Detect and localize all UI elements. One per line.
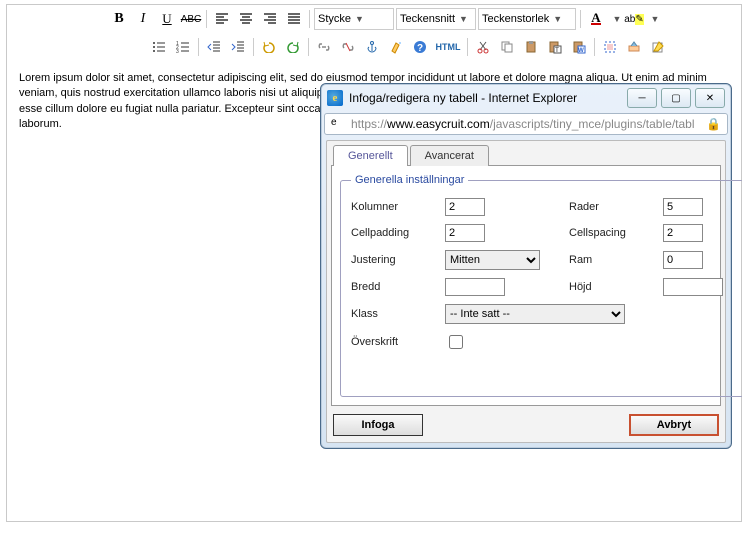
svg-text:3: 3	[176, 49, 179, 53]
chevron-down-icon: ▼	[459, 14, 468, 24]
align-left-button[interactable]	[211, 8, 233, 30]
fontsize-select-label: Teckenstorlek	[482, 13, 549, 25]
label-caption: Överskrift	[351, 336, 431, 348]
close-button[interactable]: ✕	[695, 88, 725, 108]
numbered-list-button[interactable]: 123	[172, 36, 194, 58]
input-cellpadding[interactable]	[445, 224, 485, 242]
font-select[interactable]: Teckensnitt ▼	[396, 8, 476, 30]
chevron-down-icon: ▼	[613, 14, 622, 24]
separator	[308, 38, 309, 56]
checkbox-caption[interactable]	[449, 335, 463, 349]
backcolor-dropdown[interactable]: ▼	[647, 8, 659, 30]
input-cols[interactable]	[445, 198, 485, 216]
label-class: Klass	[351, 308, 431, 320]
help-button[interactable]: ?	[409, 36, 431, 58]
font-select-label: Teckensnitt	[400, 13, 455, 25]
link-button[interactable]	[313, 36, 335, 58]
separator	[253, 38, 254, 56]
align-justify-button[interactable]	[283, 8, 305, 30]
edit-button[interactable]	[647, 36, 669, 58]
cancel-button[interactable]: Avbryt	[629, 414, 719, 436]
anchor-button[interactable]	[361, 36, 383, 58]
dialog-title: Infoga/redigera ny tabell - Internet Exp…	[349, 91, 577, 105]
input-rows[interactable]	[663, 198, 703, 216]
cut-button[interactable]	[472, 36, 494, 58]
align-right-button[interactable]	[259, 8, 281, 30]
separator	[467, 38, 468, 56]
copy-button[interactable]	[496, 36, 518, 58]
unlink-button[interactable]	[337, 36, 359, 58]
label-align: Justering	[351, 254, 431, 266]
selectall-button[interactable]	[599, 36, 621, 58]
backcolor-button[interactable]: ab✎	[623, 8, 645, 30]
cleanup-button[interactable]	[385, 36, 407, 58]
style-select-label: Stycke	[318, 13, 351, 25]
chevron-down-icon: ▼	[355, 14, 364, 24]
input-height[interactable]	[663, 278, 723, 296]
input-border[interactable]	[663, 251, 703, 269]
label-cellspacing: Cellspacing	[569, 227, 649, 239]
select-align[interactable]: Mitten	[445, 250, 540, 270]
separator	[309, 10, 310, 28]
toolbar-row-2: 123 ? HTML T W	[7, 33, 741, 61]
general-panel: Generella inställningar Kolumner Rader C…	[331, 165, 721, 406]
indent-button[interactable]	[227, 36, 249, 58]
url-text: https://www.easycruit.com/javascripts/ti…	[351, 117, 706, 131]
chevron-down-icon: ▼	[553, 14, 562, 24]
ie-icon: e	[327, 90, 343, 106]
separator	[206, 10, 207, 28]
outdent-button[interactable]	[203, 36, 225, 58]
address-bar[interactable]: e https://www.easycruit.com/javascripts/…	[324, 113, 728, 135]
html-button[interactable]: HTML	[433, 36, 463, 58]
bullet-list-button[interactable]	[148, 36, 170, 58]
separator	[594, 38, 595, 56]
select-class[interactable]: -- Inte satt --	[445, 304, 625, 324]
lock-icon: 🔒	[706, 117, 721, 131]
removeformat-button[interactable]	[623, 36, 645, 58]
svg-text:T: T	[555, 48, 559, 54]
label-cols: Kolumner	[351, 201, 431, 213]
bold-button[interactable]: B	[108, 8, 130, 30]
paste-button[interactable]	[520, 36, 542, 58]
fieldset-legend: Generella inställningar	[351, 174, 468, 186]
toolbar-row-1: B I U ABC Stycke ▼ Teckensnitt ▼ Teckensto…	[7, 5, 741, 33]
italic-button[interactable]: I	[132, 8, 154, 30]
label-cellpadding: Cellpadding	[351, 227, 431, 239]
redo-button[interactable]	[282, 36, 304, 58]
table-dialog: e Infoga/redigera ny tabell - Internet E…	[320, 83, 732, 449]
style-select[interactable]: Stycke ▼	[314, 8, 394, 30]
label-border: Ram	[569, 254, 649, 266]
chevron-down-icon: ▼	[651, 14, 660, 24]
input-cellspacing[interactable]	[663, 224, 703, 242]
fontsize-select[interactable]: Teckenstorlek ▼	[478, 8, 576, 30]
svg-text:W: W	[578, 48, 584, 54]
insert-button[interactable]: Infoga	[333, 414, 423, 436]
undo-button[interactable]	[258, 36, 280, 58]
label-rows: Rader	[569, 201, 649, 213]
forecolor-button[interactable]: A	[585, 8, 607, 30]
tab-advanced[interactable]: Avancerat	[410, 145, 489, 166]
forecolor-dropdown[interactable]: ▼	[609, 8, 621, 30]
align-center-button[interactable]	[235, 8, 257, 30]
label-width: Bredd	[351, 281, 431, 293]
paste-text-button[interactable]: T	[544, 36, 566, 58]
underline-button[interactable]: U	[156, 8, 178, 30]
maximize-button[interactable]: ▢	[661, 88, 691, 108]
paste-word-button[interactable]: W	[568, 36, 590, 58]
minimize-button[interactable]: ─	[627, 88, 657, 108]
separator	[198, 38, 199, 56]
ie-icon: e	[331, 117, 345, 131]
separator	[580, 10, 581, 28]
strikethrough-button[interactable]: ABC	[180, 8, 202, 30]
input-width[interactable]	[445, 278, 505, 296]
label-height: Höjd	[569, 281, 649, 293]
tab-general[interactable]: Generellt	[333, 145, 408, 166]
svg-text:?: ?	[417, 43, 423, 54]
dialog-titlebar[interactable]: e Infoga/redigera ny tabell - Internet E…	[321, 84, 731, 112]
